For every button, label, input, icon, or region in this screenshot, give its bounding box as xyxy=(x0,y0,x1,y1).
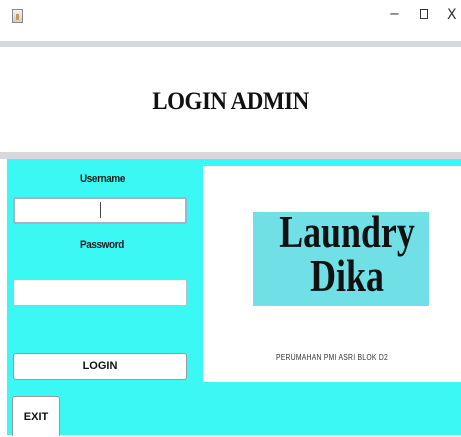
page-title: LOGIN ADMIN xyxy=(152,88,309,115)
java-app-icon xyxy=(12,9,23,23)
username-label: Username xyxy=(80,173,125,185)
logo-line-2: Dika xyxy=(310,250,384,301)
logo-line-1: Laundry xyxy=(279,206,415,257)
text-caret xyxy=(100,202,101,218)
exit-button[interactable]: EXIT xyxy=(12,396,60,436)
minimize-button[interactable]: − xyxy=(389,6,400,24)
title-bar: − X xyxy=(0,0,461,36)
password-field[interactable] xyxy=(13,279,187,306)
laundry-logo: Laundry Dika PERUMAHAN PMI ASRI BLOK D2 xyxy=(203,166,461,382)
logo-address: PERUMAHAN PMI ASRI BLOK D2 xyxy=(275,353,389,362)
maximize-button[interactable] xyxy=(420,9,428,19)
header-divider-top xyxy=(0,41,461,47)
close-button[interactable]: X xyxy=(447,6,457,24)
password-label: Password xyxy=(80,239,124,251)
logo-wordmark: Laundry Dika xyxy=(259,206,435,301)
header-divider-bottom xyxy=(0,152,461,159)
login-button[interactable]: LOGIN xyxy=(13,353,187,380)
